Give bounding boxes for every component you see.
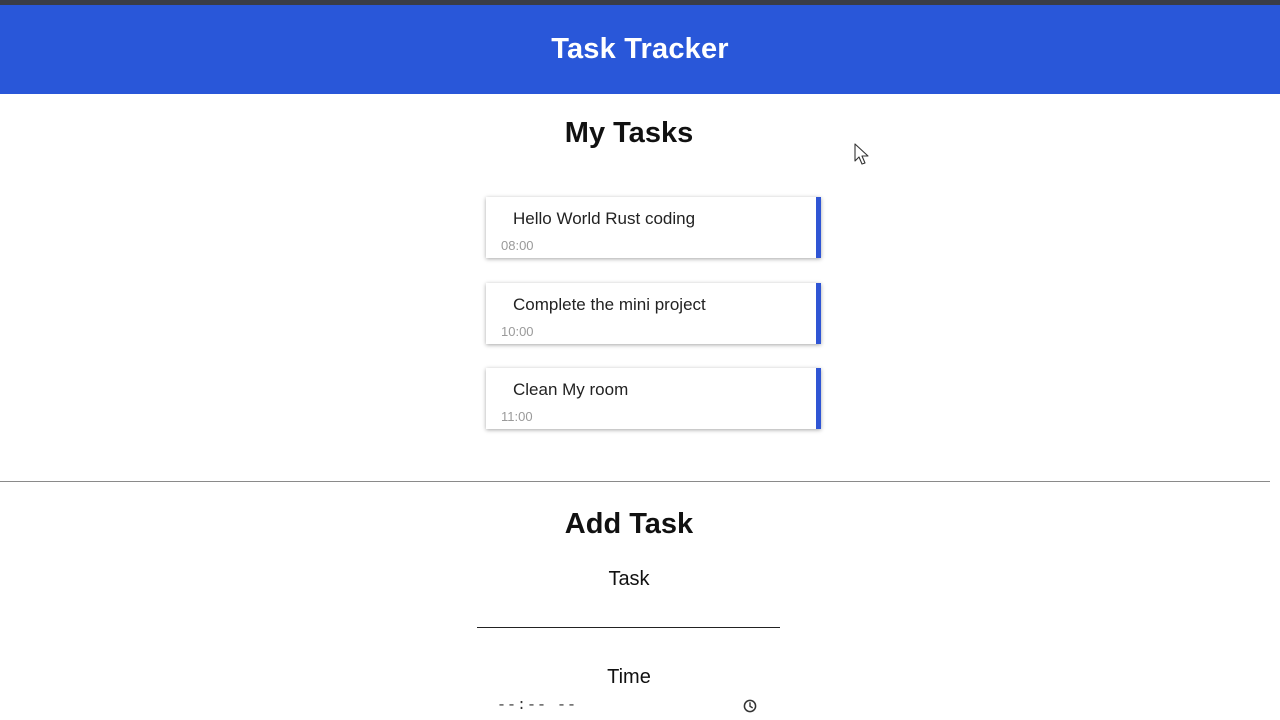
task-list: Hello World Rust coding 08:00 Complete t… xyxy=(486,197,821,454)
section-divider xyxy=(0,481,1270,482)
task-time: 08:00 xyxy=(501,238,534,253)
time-placeholder: --:-- -- xyxy=(497,697,578,714)
task-card[interactable]: Clean My room 11:00 xyxy=(486,368,821,429)
task-time: 10:00 xyxy=(501,324,534,339)
task-text: Clean My room xyxy=(513,380,629,399)
mouse-cursor-icon xyxy=(854,143,869,165)
clock-icon[interactable] xyxy=(743,699,757,713)
task-text: Hello World Rust coding xyxy=(513,209,696,228)
time-field-label: Time xyxy=(607,666,651,688)
task-text: Complete the mini project xyxy=(513,295,706,314)
my-tasks-heading: My Tasks xyxy=(564,117,694,149)
task-input[interactable] xyxy=(477,598,780,628)
time-input[interactable]: --:-- -- xyxy=(497,697,762,720)
task-card[interactable]: Hello World Rust coding 08:00 xyxy=(486,197,821,258)
task-time: 11:00 xyxy=(501,409,533,424)
app-title: Task Tracker xyxy=(551,32,729,65)
task-field-label: Task xyxy=(608,568,650,590)
add-task-heading: Add Task xyxy=(564,508,694,540)
task-card[interactable]: Complete the mini project 10:00 xyxy=(486,283,821,344)
app-header: Task Tracker xyxy=(0,5,1280,94)
